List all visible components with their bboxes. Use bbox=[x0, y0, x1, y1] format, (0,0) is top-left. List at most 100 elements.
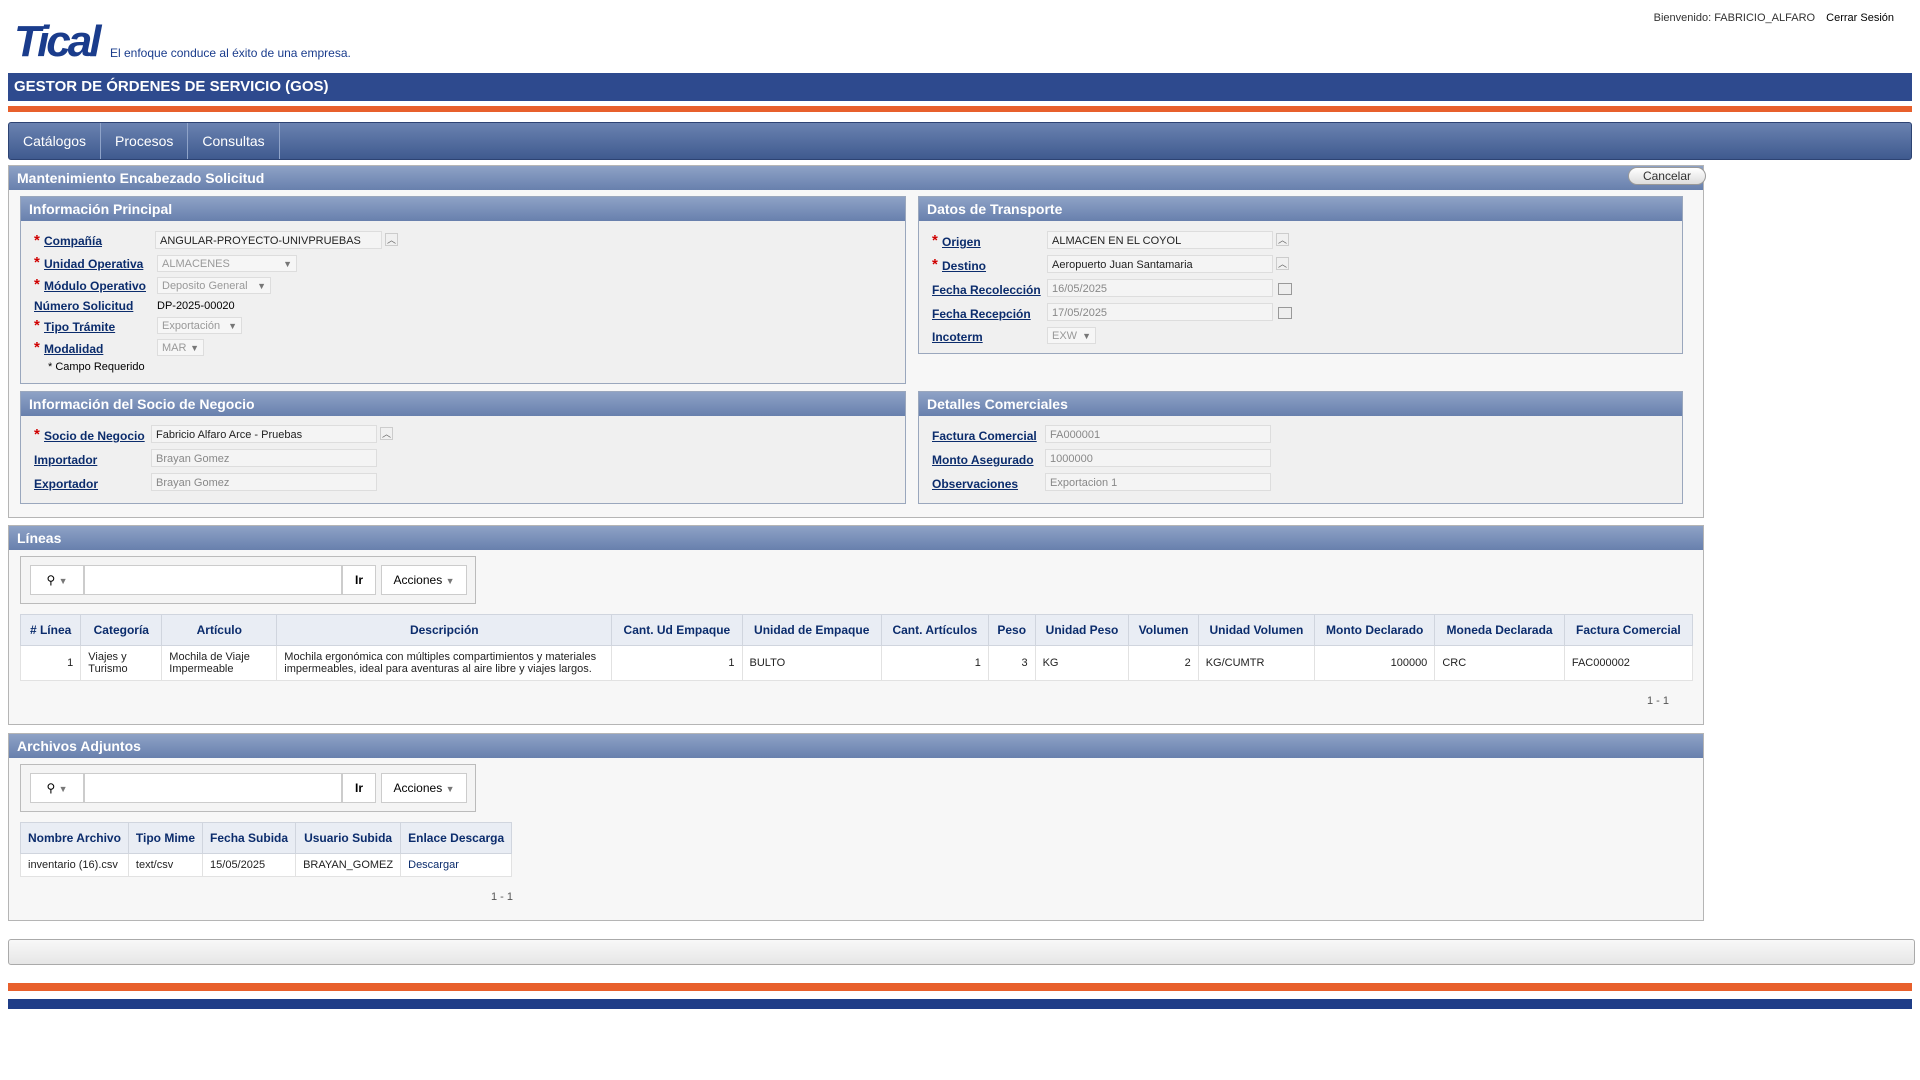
comerciales-panel: Detalles Comerciales bbox=[918, 391, 1683, 504]
main-menu: Catálogos Procesos Consultas bbox=[8, 122, 1912, 160]
cell: KG/CUMTR bbox=[1197, 645, 1316, 681]
destino-field[interactable]: Aeropuerto Juan Santamaria bbox=[1047, 255, 1273, 273]
panel-title: Datos de Transporte bbox=[919, 197, 1682, 221]
modalidad-select[interactable]: MAR ▼ bbox=[157, 339, 204, 356]
modulo-label[interactable]: Módulo Operativo bbox=[44, 279, 146, 293]
go-button[interactable]: Ir bbox=[342, 565, 376, 595]
recoleccion-field[interactable]: 16/05/2025 bbox=[1047, 279, 1273, 297]
col-header[interactable]: Peso bbox=[987, 614, 1036, 646]
search-options-button[interactable]: ⚲ ▼ bbox=[30, 565, 84, 595]
menu-consultas[interactable]: Consultas bbox=[188, 123, 280, 159]
observaciones-field[interactable]: Exportacion 1 bbox=[1045, 473, 1271, 491]
required-marker: * bbox=[932, 256, 938, 273]
compania-label[interactable]: Compañía bbox=[44, 234, 102, 248]
table-header-row: Nombre Archivo Tipo Mime Fecha Subida Us… bbox=[20, 822, 513, 854]
panel-title: Información Principal bbox=[21, 197, 905, 221]
logout-link[interactable]: Cerrar Sesión bbox=[1826, 12, 1894, 24]
modulo-select[interactable]: Deposito General ▼ bbox=[157, 277, 271, 294]
lineas-search-input[interactable] bbox=[84, 565, 342, 595]
col-header[interactable]: Fecha Subida bbox=[202, 822, 297, 854]
chevron-down-icon: ▼ bbox=[283, 259, 292, 269]
origen-label[interactable]: Origen bbox=[942, 235, 981, 249]
col-header[interactable]: Artículo bbox=[161, 614, 278, 646]
footer-bar bbox=[8, 939, 1915, 965]
calendar-icon[interactable] bbox=[1278, 283, 1292, 295]
chevron-down-icon: ▼ bbox=[445, 576, 455, 586]
tramite-label[interactable]: Tipo Trámite bbox=[44, 320, 115, 334]
cell: inventario (16).csv bbox=[20, 853, 129, 877]
required-note: * Campo Requerido bbox=[48, 361, 145, 373]
importador-label[interactable]: Importador bbox=[34, 453, 97, 467]
cancel-button[interactable]: Cancelar bbox=[1627, 167, 1706, 185]
col-header[interactable]: Moneda Declarada bbox=[1434, 614, 1565, 646]
download-link[interactable]: Descargar bbox=[400, 853, 513, 877]
cell: 2 bbox=[1128, 645, 1199, 681]
col-header[interactable]: Monto Declarado bbox=[1314, 614, 1436, 646]
cell: 1 bbox=[880, 645, 989, 681]
monto-field[interactable]: 1000000 bbox=[1045, 449, 1271, 467]
table-row[interactable]: inventario (16).csv text/csv 15/05/2025 … bbox=[20, 853, 513, 877]
actions-menu-button[interactable]: Acciones ▼ bbox=[381, 565, 467, 595]
col-header[interactable]: Cant. Artículos bbox=[880, 614, 989, 646]
search-options-button[interactable]: ⚲ ▼ bbox=[30, 773, 84, 803]
adjuntos-search-input[interactable] bbox=[84, 773, 342, 803]
incoterm-select[interactable]: EXW ▼ bbox=[1047, 327, 1096, 344]
cell: Mochila ergonómica con múltiples compart… bbox=[276, 645, 613, 681]
recoleccion-label[interactable]: Fecha Recolección bbox=[932, 283, 1041, 297]
table-row[interactable]: 1 Viajes y Turismo Mochila de Viaje Impe… bbox=[19, 645, 1694, 681]
incoterm-label[interactable]: Incoterm bbox=[932, 330, 983, 344]
tramite-select[interactable]: Exportación ▼ bbox=[157, 317, 242, 334]
cell: 1 bbox=[611, 645, 743, 681]
actions-menu-button[interactable]: Acciones ▼ bbox=[381, 773, 467, 803]
exportador-field[interactable]: Brayan Gomez bbox=[151, 473, 377, 491]
calendar-icon[interactable] bbox=[1278, 307, 1292, 319]
compania-field[interactable]: ANGULAR-PROYECTO-UNIVPRUEBAS bbox=[155, 231, 382, 249]
chevron-up-icon[interactable]: ︿ bbox=[1276, 257, 1289, 270]
menu-procesos[interactable]: Procesos bbox=[101, 123, 189, 159]
go-button[interactable]: Ir bbox=[342, 773, 376, 803]
modalidad-label[interactable]: Modalidad bbox=[44, 342, 103, 356]
exportador-label[interactable]: Exportador bbox=[34, 477, 98, 491]
numero-label[interactable]: Número Solicitud bbox=[34, 299, 133, 313]
factura-label[interactable]: Factura Comercial bbox=[932, 429, 1037, 443]
search-icon: ⚲ bbox=[46, 573, 56, 587]
socio-field[interactable]: Fabricio Alfaro Arce - Pruebas bbox=[151, 425, 377, 443]
col-header[interactable]: Unidad Peso bbox=[1034, 614, 1130, 646]
chevron-up-icon[interactable]: ︿ bbox=[380, 427, 393, 440]
observaciones-label[interactable]: Observaciones bbox=[932, 477, 1018, 491]
col-header[interactable]: Descripción bbox=[276, 614, 613, 646]
monto-label[interactable]: Monto Asegurado bbox=[932, 453, 1034, 467]
required-marker: * bbox=[34, 426, 40, 443]
socio-label[interactable]: Socio de Negocio bbox=[44, 429, 145, 443]
col-header[interactable]: Unidad de Empaque bbox=[741, 614, 882, 646]
col-header[interactable]: Tipo Mime bbox=[127, 822, 204, 854]
recepcion-label[interactable]: Fecha Recepción bbox=[932, 307, 1031, 321]
destino-label[interactable]: Destino bbox=[942, 259, 986, 273]
col-header[interactable]: Unidad Volumen bbox=[1197, 614, 1316, 646]
col-header[interactable]: Usuario Subida bbox=[295, 822, 402, 854]
col-header[interactable]: Cant. Ud Empaque bbox=[611, 614, 743, 646]
cell: CRC bbox=[1434, 645, 1565, 681]
chevron-up-icon[interactable]: ︿ bbox=[1276, 233, 1289, 246]
unidad-select[interactable]: ALMACENES ▼ bbox=[157, 255, 297, 272]
col-header[interactable]: Enlace Descarga bbox=[400, 822, 513, 854]
chevron-up-icon[interactable]: ︿ bbox=[385, 233, 398, 246]
tical-logo: Tical bbox=[14, 17, 102, 66]
col-header[interactable]: # Línea bbox=[19, 614, 82, 646]
adjuntos-table: Nombre Archivo Tipo Mime Fecha Subida Us… bbox=[20, 822, 513, 877]
orange-footer-stripe bbox=[8, 983, 1912, 991]
region-title: Mantenimiento Encabezado Solicitud bbox=[9, 166, 1703, 190]
cell: KG bbox=[1034, 645, 1130, 681]
col-header[interactable]: Factura Comercial bbox=[1563, 614, 1694, 646]
origen-field[interactable]: ALMACEN EN EL COYOL bbox=[1047, 231, 1273, 249]
col-header[interactable]: Nombre Archivo bbox=[20, 822, 129, 854]
required-marker: * bbox=[34, 339, 40, 356]
col-header[interactable]: Categoría bbox=[80, 614, 163, 646]
importador-field[interactable]: Brayan Gomez bbox=[151, 449, 377, 467]
recepcion-field[interactable]: 17/05/2025 bbox=[1047, 303, 1273, 321]
cell: 1 bbox=[19, 645, 82, 681]
col-header[interactable]: Volumen bbox=[1128, 614, 1199, 646]
unidad-label[interactable]: Unidad Operativa bbox=[44, 257, 143, 271]
menu-catalogos[interactable]: Catálogos bbox=[9, 123, 102, 159]
factura-field[interactable]: FA000001 bbox=[1045, 425, 1271, 443]
